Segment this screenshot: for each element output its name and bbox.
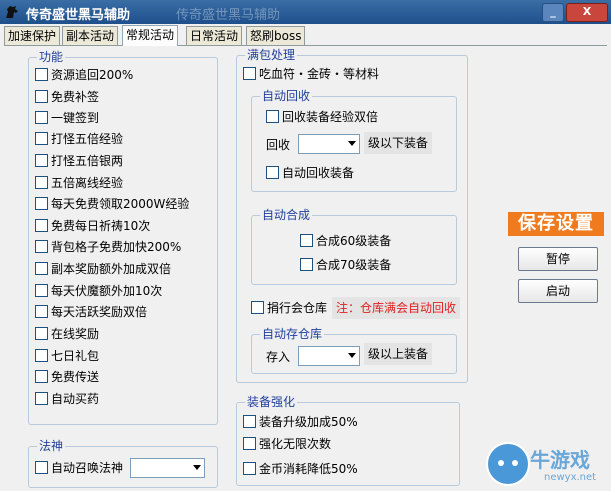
store-level-select[interactable] <box>298 346 360 366</box>
level-below-label: 级以下装备 <box>364 132 433 154</box>
tab-dungeon[interactable]: 副本活动 <box>62 26 119 45</box>
chevron-down-icon[interactable] <box>193 465 201 470</box>
cb-auto-summon[interactable]: 自动召唤法神 <box>35 460 123 476</box>
checkbox-icon[interactable] <box>35 370 48 383</box>
enhance-group: 装备强化 装备升级加成50% 强化无限次数 金币消耗降低50% <box>236 395 460 486</box>
cb-five-exp[interactable]: 打怪五倍经验 <box>35 131 123 147</box>
tab-speed-protect[interactable]: 加速保护 <box>4 26 61 45</box>
minimize-icon: _ <box>550 5 556 18</box>
checkbox-icon[interactable] <box>35 461 48 474</box>
chevron-down-icon[interactable] <box>348 141 356 146</box>
auto-recycle-group: 自动回收 回收装备经验双倍 回收 级以下装备 自动回收装备 <box>251 89 457 192</box>
recycle-label: 回收 <box>266 138 291 152</box>
cb-dungeon-double[interactable]: 副本奖励额外加成双倍 <box>35 261 171 277</box>
cb-auto-recycle-equip[interactable]: 自动回收装备 <box>266 165 354 181</box>
tab-daily[interactable]: 日常活动 <box>186 26 243 45</box>
cb-unlimited-enhance[interactable]: 强化无限次数 <box>243 436 331 452</box>
cb-online-reward[interactable]: 在线奖励 <box>35 326 99 342</box>
cb-free-resign[interactable]: 免费补签 <box>35 89 99 105</box>
fashen-group: 法神 自动召唤法神 <box>28 439 218 488</box>
pause-button[interactable]: 暂停 <box>518 247 598 271</box>
checkbox-icon[interactable] <box>35 132 48 145</box>
checkbox-icon[interactable] <box>35 176 48 189</box>
cb-demon-extra[interactable]: 每天伏魔额外加10次 <box>35 283 162 299</box>
watermark-url: newyx.net <box>544 472 597 483</box>
close-icon: X <box>582 5 592 18</box>
cb-merge-60[interactable]: 合成60级装备 <box>300 233 391 249</box>
save-settings-button[interactable]: 保存设置 <box>508 212 604 236</box>
start-button[interactable]: 启动 <box>518 279 598 303</box>
cb-bag-speedup[interactable]: 背包格子免费加快200% <box>35 239 181 255</box>
donate-note: 注：仓库满会自动回收 <box>332 297 461 319</box>
fashen-group-legend: 法神 <box>37 439 66 453</box>
function-group: 功能 资源追回200% 免费补签 一键签到 打怪五倍经验 打怪五倍银两 五倍离线… <box>28 50 218 425</box>
checkbox-icon[interactable] <box>300 258 313 271</box>
cb-active-double[interactable]: 每天活跃奖励双倍 <box>35 304 147 320</box>
close-button[interactable]: X <box>566 3 608 22</box>
checkbox-icon[interactable] <box>243 67 256 80</box>
auto-store-group: 自动存仓库 存入 级以上装备 <box>251 327 457 374</box>
minimize-button[interactable]: _ <box>542 3 564 22</box>
checkbox-icon[interactable] <box>243 462 256 475</box>
cb-free-teleport[interactable]: 免费传送 <box>35 369 99 385</box>
chevron-down-icon[interactable] <box>348 353 356 358</box>
horse-logo-icon <box>6 6 18 18</box>
cb-free-pray[interactable]: 免费每日祈祷10次 <box>35 218 150 234</box>
checkbox-icon[interactable] <box>35 197 48 210</box>
title-bar: 传奇盛世黑马辅助 传奇盛世黑马辅助 _ X <box>0 0 611 24</box>
checkbox-icon[interactable] <box>35 68 48 81</box>
checkbox-icon[interactable] <box>35 219 48 232</box>
cb-five-offline-exp[interactable]: 五倍离线经验 <box>35 175 123 191</box>
checkbox-icon[interactable] <box>266 166 279 179</box>
checkbox-icon[interactable] <box>243 437 256 450</box>
checkbox-icon[interactable] <box>300 234 313 247</box>
cb-eat-items[interactable]: 吃血符・金砖・等材料 <box>243 66 379 82</box>
cb-one-key-signin[interactable]: 一键签到 <box>35 110 99 126</box>
tab-regular[interactable]: 常规活动 <box>122 25 179 46</box>
cb-recycle-double-exp[interactable]: 回收装备经验双倍 <box>266 109 378 125</box>
function-group-legend: 功能 <box>37 50 66 64</box>
cb-gold-cost-reduce[interactable]: 金币消耗降低50% <box>243 461 358 477</box>
level-above-label: 级以上装备 <box>364 343 433 365</box>
watermark-brand: 牛游戏 <box>530 448 590 472</box>
cb-upgrade-bonus[interactable]: 装备升级加成50% <box>243 414 358 430</box>
cb-merge-70[interactable]: 合成70级装备 <box>300 257 391 273</box>
mascot-icon <box>486 442 530 486</box>
checkbox-icon[interactable] <box>243 415 256 428</box>
site-watermark: 牛游戏 newyx.net <box>486 438 611 490</box>
checkbox-icon[interactable] <box>35 327 48 340</box>
checkbox-icon[interactable] <box>35 154 48 167</box>
cb-resource-recover[interactable]: 资源追回200% <box>35 67 133 83</box>
checkbox-icon[interactable] <box>35 305 48 318</box>
recycle-level-select[interactable] <box>298 134 360 154</box>
checkbox-icon[interactable] <box>35 240 48 253</box>
auto-recycle-legend: 自动回收 <box>260 89 313 103</box>
bag-group: 满包处理 吃血符・金砖・等材料 自动回收 回收装备经验双倍 回收 级以下装备 自… <box>236 48 468 383</box>
cb-seven-day-gift[interactable]: 七日礼包 <box>35 348 99 364</box>
bag-group-legend: 满包处理 <box>245 48 298 62</box>
checkbox-icon[interactable] <box>35 392 48 405</box>
checkbox-icon[interactable] <box>35 111 48 124</box>
checkbox-icon[interactable] <box>35 90 48 103</box>
auto-merge-group: 自动合成 合成60级装备 合成70级装备 <box>251 208 457 285</box>
checkbox-icon[interactable] <box>35 349 48 362</box>
cb-donate-guild[interactable]: 捐行会仓库 <box>251 300 327 316</box>
window-title-ghost: 传奇盛世黑马辅助 <box>176 8 281 23</box>
cb-auto-buy-potion[interactable]: 自动买药 <box>35 391 99 407</box>
window-title: 传奇盛世黑马辅助 <box>26 8 131 23</box>
checkbox-icon[interactable] <box>266 110 279 123</box>
fashen-select[interactable] <box>130 458 205 478</box>
enhance-group-legend: 装备强化 <box>245 395 298 409</box>
auto-store-legend: 自动存仓库 <box>260 327 325 341</box>
checkbox-icon[interactable] <box>251 301 264 314</box>
store-label: 存入 <box>266 350 291 364</box>
auto-merge-legend: 自动合成 <box>260 208 313 222</box>
cb-free-exp-2000w[interactable]: 每天免费领取2000W经验 <box>35 196 189 212</box>
tab-boss[interactable]: 怒刷boss <box>246 26 306 45</box>
checkbox-icon[interactable] <box>35 262 48 275</box>
checkbox-icon[interactable] <box>35 284 48 297</box>
cb-five-silver[interactable]: 打怪五倍银两 <box>35 153 123 169</box>
